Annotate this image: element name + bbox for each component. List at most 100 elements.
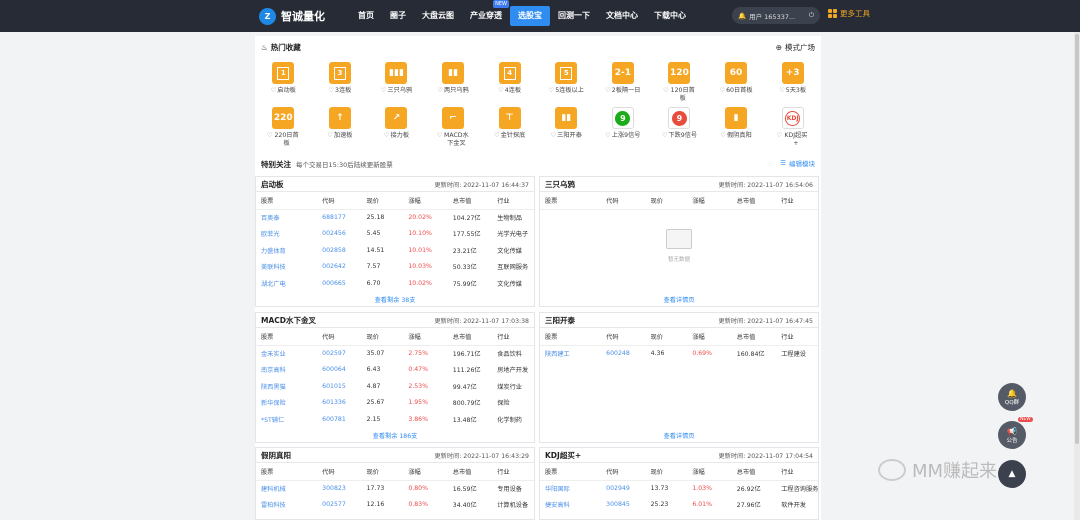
nav-item[interactable]: 产业穿透 NEW (462, 0, 510, 26)
nav-item[interactable]: 首页 (350, 6, 382, 26)
heart-icon[interactable]: ♡ (551, 132, 557, 140)
panel-title[interactable]: MACD水下金叉 (261, 315, 316, 326)
heart-icon[interactable]: ♡ (720, 132, 726, 140)
plaza-link[interactable]: ⊕ 模式广场 (776, 40, 815, 54)
heart-icon[interactable]: ♡ (437, 132, 443, 140)
stock-name-link[interactable]: 百奥泰 (256, 209, 317, 226)
stock-code-link[interactable]: 002597 (317, 345, 361, 362)
view-more-link[interactable]: 查看详情页 (540, 431, 818, 440)
stock-code-link[interactable]: 600064 (317, 362, 361, 379)
panel-title[interactable]: 三阳开泰 (545, 315, 575, 326)
nav-item[interactable]: 大盘云图 (414, 6, 462, 26)
stock-name-link[interactable]: 陕西黑猫 (256, 378, 317, 395)
hot-card[interactable]: 60 ♡ 60日首板 (708, 62, 765, 103)
stock-code-link[interactable]: 688177 (317, 209, 361, 226)
view-more-link[interactable]: 查看剩余 186支 (256, 431, 534, 440)
hot-card[interactable]: 220 ♡ 220日首板 (255, 107, 312, 148)
view-more-link[interactable]: 查看剩余 38支 (256, 295, 534, 304)
table-row[interactable]: 陕西黑猫 601015 4.87 2.53% 99.47亿 煤炭行业 (256, 378, 534, 395)
stock-code-link[interactable]: 002642 (317, 259, 361, 276)
table-row[interactable]: 陕西建工 600248 4.36 0.69% 160.84亿 工程建设 (540, 345, 818, 362)
stock-name-link[interactable]: 建科机械 (256, 480, 317, 497)
heart-icon[interactable]: ♡ (605, 87, 611, 95)
stock-name-link[interactable]: 南京高科 (256, 362, 317, 379)
table-row[interactable]: 雷柏科技 002577 12.16 0.83% 34.40亿 计算机设备 (256, 497, 534, 514)
panel-title[interactable]: 启动板 (261, 179, 284, 190)
panel-title[interactable]: KDJ超买+ (545, 450, 581, 461)
table-row[interactable]: 美联科技 002642 7.57 10.03% 50.33亿 互联网服务 (256, 259, 534, 276)
stock-name-link[interactable]: 欧菲光 (256, 226, 317, 243)
nav-item[interactable]: 圈子 (382, 6, 414, 26)
stock-code-link[interactable]: 601336 (317, 395, 361, 412)
nav-item[interactable]: 文档中心 (598, 6, 646, 26)
stock-code-link[interactable]: 601015 (317, 378, 361, 395)
hot-card[interactable]: ⊤ ♡ 金针探底 (481, 107, 538, 148)
stock-name-link[interactable]: *ST辅仁 (256, 411, 317, 428)
hot-card[interactable]: 1 ♡ 启动板 (255, 62, 312, 103)
heart-icon[interactable]: ♡ (381, 87, 387, 95)
stock-code-link[interactable]: 000665 (317, 275, 361, 292)
bell-icon[interactable]: 🔔 (738, 12, 746, 20)
stock-name-link[interactable]: 捷安高科 (540, 497, 601, 514)
table-row[interactable]: 金禾实业 002597 35.07 2.75% 196.71亿 食品饮料 (256, 345, 534, 362)
table-row[interactable]: 力盛体育 002858 14.51 10.01% 23.21亿 文化传媒 (256, 242, 534, 259)
hot-card[interactable]: +3 ♡ 5天3板 (764, 62, 821, 103)
logo[interactable]: Z 智诚量化 (259, 6, 325, 26)
logout-icon[interactable]: ⏻ (809, 11, 814, 20)
table-row[interactable]: 捷安高科 300845 25.23 6.01% 27.96亿 软件开发 (540, 497, 818, 514)
stock-name-link[interactable]: 湖北广电 (256, 275, 317, 292)
stock-code-link[interactable]: 600248 (601, 345, 645, 362)
more-tools-button[interactable]: 更多工具 (828, 8, 870, 19)
heart-icon[interactable]: ♡ (776, 132, 782, 140)
qq-group-button[interactable]: 🔔 QQ群 (998, 383, 1026, 411)
hot-card[interactable]: 9 ♡ 下跌9信号 (651, 107, 708, 148)
stock-name-link[interactable]: 雷柏科技 (256, 497, 317, 514)
heart-icon[interactable]: ♡ (267, 132, 273, 140)
stock-code-link[interactable]: 600781 (317, 411, 361, 428)
stock-code-link[interactable]: 300845 (601, 497, 645, 514)
hot-card[interactable]: 120 ♡ 120日首板 (651, 62, 708, 103)
heart-icon[interactable]: ♡ (437, 87, 443, 95)
hot-card[interactable]: 2-1 ♡ 2板隔一日 (595, 62, 652, 103)
hot-card[interactable]: 3 ♡ 3连板 (312, 62, 369, 103)
heart-icon[interactable]: ♡ (328, 87, 334, 95)
scrollbar-thumb[interactable] (1075, 34, 1079, 444)
stock-code-link[interactable]: 002949 (601, 480, 645, 497)
hot-card[interactable]: ↑ ♡ 加速板 (312, 107, 369, 148)
heart-icon[interactable]: ♡ (494, 132, 500, 140)
heart-icon[interactable]: ♡ (605, 132, 611, 140)
panel-title[interactable]: 三只乌鸦 (545, 179, 575, 190)
hot-card[interactable]: ↗ ♡ 接力板 (368, 107, 425, 148)
table-row[interactable]: 新华保险 601336 25.67 1.95% 800.79亿 保险 (256, 395, 534, 412)
stock-code-link[interactable]: 002858 (317, 242, 361, 259)
table-row[interactable]: 华阳国际 002949 13.73 1.03% 26.92亿 工程咨询服务 (540, 480, 818, 497)
scroll-top-button[interactable]: ▲ (998, 460, 1026, 488)
stock-name-link[interactable]: 陕西建工 (540, 345, 601, 362)
hot-card[interactable]: ▮ ♡ 假阴真阳 (708, 107, 765, 148)
table-row[interactable]: 百奥泰 688177 25.18 20.02% 104.27亿 生物制品 (256, 209, 534, 226)
heart-icon[interactable]: ♡ (549, 87, 555, 95)
table-row[interactable]: 欧菲光 002456 5.45 10.10% 177.55亿 光学光电子 (256, 226, 534, 243)
nav-item[interactable]: 下载中心 (646, 6, 694, 26)
table-row[interactable]: 湖北广电 000665 6.70 10.02% 75.99亿 文化传媒 (256, 275, 534, 292)
view-more-link[interactable]: 查看详情页 (540, 295, 818, 304)
heart-icon[interactable]: ♡ (498, 87, 504, 95)
notice-button[interactable]: 📢 公告 (998, 421, 1026, 449)
stock-code-link[interactable]: 002456 (317, 226, 361, 243)
heart-icon[interactable]: ♡ (662, 132, 668, 140)
panel-title[interactable]: 假阴真阳 (261, 450, 291, 461)
hot-card[interactable]: ▮▮ ♡ 三阳开泰 (538, 107, 595, 148)
nav-item[interactable]: 回测一下 (550, 6, 598, 26)
stock-name-link[interactable]: 力盛体育 (256, 242, 317, 259)
nav-item[interactable]: 选股宝 (510, 6, 550, 26)
hot-card[interactable]: 5 ♡ 5连板以上 (538, 62, 595, 103)
heart-icon[interactable]: ♡ (384, 132, 390, 140)
heart-icon[interactable]: ♡ (271, 87, 277, 95)
hot-card[interactable]: 4 ♡ 4连板 (481, 62, 538, 103)
user-menu[interactable]: 🔔 用户 165337... ⏻ (732, 7, 820, 24)
stock-code-link[interactable]: 300823 (317, 480, 361, 497)
edit-module-button[interactable]: ☰ 编辑模块 (780, 158, 815, 168)
stock-name-link[interactable]: 美联科技 (256, 259, 317, 276)
heart-icon[interactable]: ♡ (663, 87, 669, 95)
hot-card[interactable]: ⌐ ♡ MACD水下金叉 (425, 107, 482, 148)
